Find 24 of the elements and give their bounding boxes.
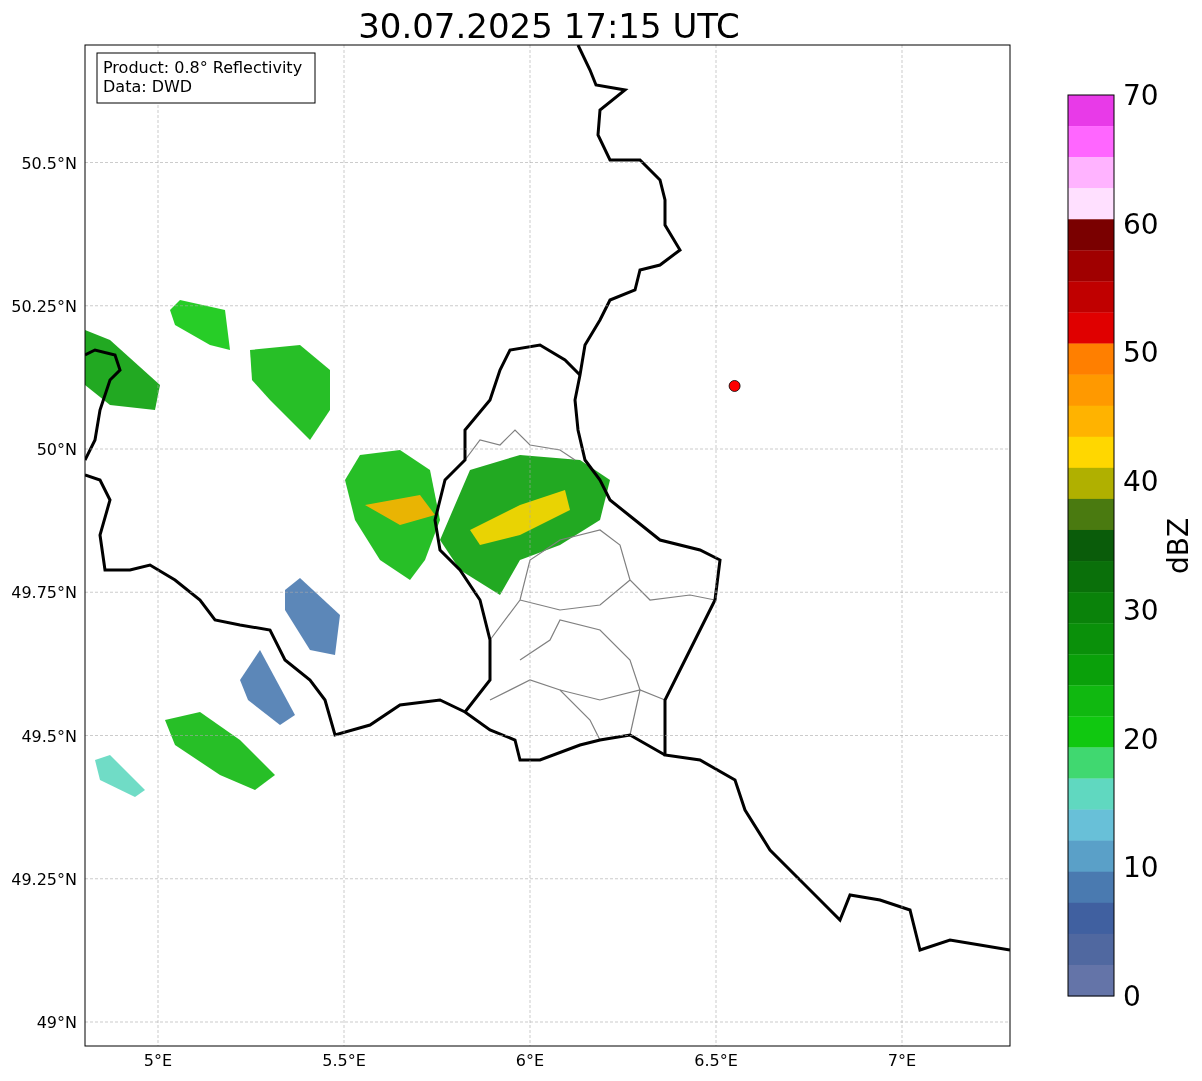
colorbar-tick-label: 0	[1123, 980, 1141, 1013]
latitude-label: 49.25°N	[11, 869, 77, 889]
info-text: Data: DWD	[103, 77, 193, 96]
latitude-label: 49°N	[36, 1013, 77, 1032]
colorbar-tick-label: 70	[1123, 79, 1159, 112]
longitude-label: 5°E	[143, 1051, 173, 1070]
longitude-label: 6°E	[515, 1051, 545, 1070]
info-text: Product: 0.8° Reflectivity	[103, 58, 303, 77]
colorbar-tick-label: 10	[1123, 851, 1159, 885]
colorbar-tick-label: 50	[1123, 336, 1159, 370]
colorbar-tick-label: 30	[1123, 593, 1159, 627]
colorbar-tick-label: 60	[1123, 207, 1159, 241]
latitude-label: 49.75°N	[11, 583, 77, 603]
latitude-label: 49.5°N	[21, 726, 77, 746]
latitude-label: 50.5°N	[21, 153, 77, 173]
longitude-label: 5.5°E	[322, 1051, 366, 1070]
colorbar-tick-label: 40	[1123, 465, 1159, 499]
latitude-label: 50°N	[36, 440, 77, 459]
longitude-label: 6.5°E	[694, 1051, 738, 1070]
colorbar-tick-label: 20	[1123, 722, 1159, 756]
latitude-label: 50.25°N	[11, 296, 77, 316]
longitude-label: 7°E	[887, 1051, 917, 1070]
chart-title: 30.07.2025 17:15 UTC	[358, 6, 740, 46]
colorbar-label: dBZ	[1162, 517, 1195, 575]
